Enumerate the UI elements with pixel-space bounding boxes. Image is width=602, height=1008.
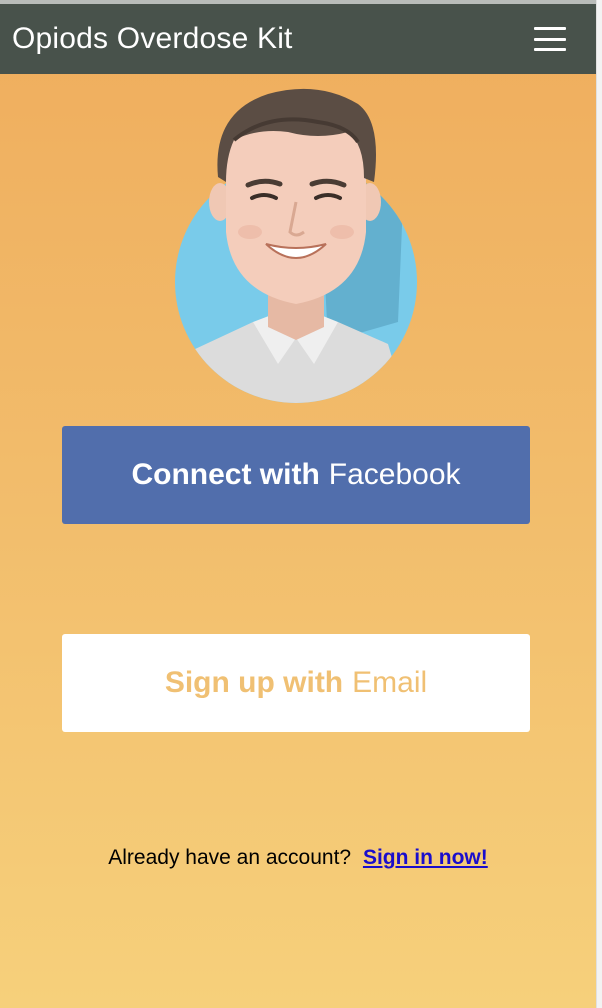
window-edge xyxy=(596,0,602,1008)
menu-bar xyxy=(534,27,566,30)
user-avatar-illustration xyxy=(175,88,417,403)
signin-row: Already have an account? Sign in now! xyxy=(0,846,596,870)
facebook-button-bold-text: Connect with xyxy=(131,458,320,491)
app-title: Opiods Overdose Kit xyxy=(12,22,293,55)
menu-bar xyxy=(534,37,566,41)
facebook-button-light-text: Facebook xyxy=(328,458,461,491)
email-button-light-text: Email xyxy=(352,666,428,699)
email-button-bold-text: Sign up with xyxy=(164,666,344,699)
menu-bar xyxy=(534,48,566,51)
signin-prompt: Already have an account? xyxy=(108,846,352,869)
signup-email-button[interactable]: Sign up with Email xyxy=(62,634,530,732)
connect-facebook-button[interactable]: Connect with Facebook xyxy=(62,426,530,524)
navbar: Opiods Overdose Kit xyxy=(0,4,596,74)
app-screen: Opiods Overdose Kit Connect with Faceboo… xyxy=(0,0,596,1008)
hamburger-menu-icon[interactable] xyxy=(534,27,566,51)
signin-link[interactable]: Sign in now! xyxy=(363,846,488,869)
